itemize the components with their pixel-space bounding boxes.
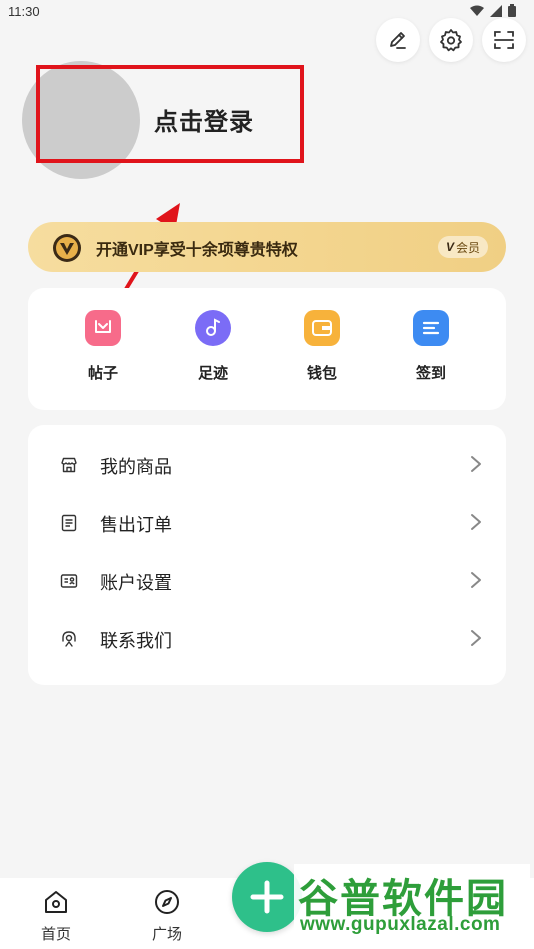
wifi-icon [470, 5, 484, 16]
quick-action-label: 帖子 [87, 365, 118, 382]
footprint-icon [195, 310, 231, 346]
tab-home[interactable]: 首页 [26, 888, 86, 944]
post-icon [85, 310, 121, 346]
order-icon [61, 514, 77, 532]
status-time: 11:30 [8, 4, 40, 19]
menu-item-label: 售出订单 [100, 515, 172, 535]
chevron-right-icon [471, 630, 481, 646]
vip-member-tag: V 会员 [437, 236, 488, 258]
checkin-icon [413, 310, 449, 346]
account-card-icon [60, 574, 78, 588]
tab-label: 首页 [40, 926, 71, 943]
chevron-right-icon [471, 456, 481, 472]
menu-card: 我的商品 售出订单 账户设置 联系我们 [28, 425, 506, 685]
wallet-icon [304, 310, 340, 346]
highlight-box [36, 65, 304, 163]
vip-text: 开通VIP享受十余项尊贵特权 [96, 242, 298, 259]
quick-action-footprint[interactable]: 足迹 [173, 310, 253, 383]
headset-icon [62, 631, 76, 647]
vip-mark: V [445, 240, 454, 254]
watermark-url: www.gupuxlazal.com [300, 914, 501, 935]
home-icon [45, 891, 67, 913]
edit-icon [390, 32, 406, 49]
tab-square[interactable]: 广场 [137, 888, 197, 944]
quick-action-label: 钱包 [306, 365, 337, 382]
quick-action-label: 签到 [415, 365, 446, 382]
quick-action-label: 足迹 [197, 365, 228, 382]
menu-item-contact-us[interactable]: 联系我们 [28, 609, 506, 667]
menu-item-label: 我的商品 [100, 457, 172, 477]
chevron-right-icon [471, 572, 481, 588]
status-icons [470, 4, 516, 17]
tab-label: 广场 [151, 926, 182, 943]
scan-icon [494, 31, 514, 49]
vip-banner[interactable]: 开通VIP享受十余项尊贵特权 V 会员 [28, 222, 506, 272]
battery-icon [508, 4, 516, 17]
menu-item-my-products[interactable]: 我的商品 [28, 435, 506, 493]
quick-actions-card: 帖子 足迹 钱包 签到 [28, 288, 506, 410]
menu-item-label: 联系我们 [100, 631, 172, 651]
edit-button[interactable] [376, 18, 420, 62]
chevron-right-icon [471, 514, 481, 530]
quick-action-checkin[interactable]: 签到 [391, 310, 471, 383]
menu-item-sold-orders[interactable]: 售出订单 [28, 493, 506, 551]
add-button[interactable] [232, 862, 302, 932]
quick-action-wallet[interactable]: 钱包 [282, 310, 362, 383]
scan-button[interactable] [482, 18, 526, 62]
menu-item-account-settings[interactable]: 账户设置 [28, 551, 506, 609]
vip-tag-label: 会员 [455, 240, 480, 255]
quick-action-posts[interactable]: 帖子 [63, 310, 143, 383]
vip-badge-icon [53, 234, 81, 262]
compass-icon [155, 890, 179, 914]
signal-icon [490, 4, 502, 17]
gear-icon [440, 29, 462, 52]
plus-icon [250, 880, 284, 914]
watermark: 谷普软件园 www.gupuxlazal.com [294, 864, 530, 942]
store-icon [61, 457, 77, 473]
menu-item-label: 账户设置 [100, 573, 172, 593]
settings-button[interactable] [429, 18, 473, 62]
